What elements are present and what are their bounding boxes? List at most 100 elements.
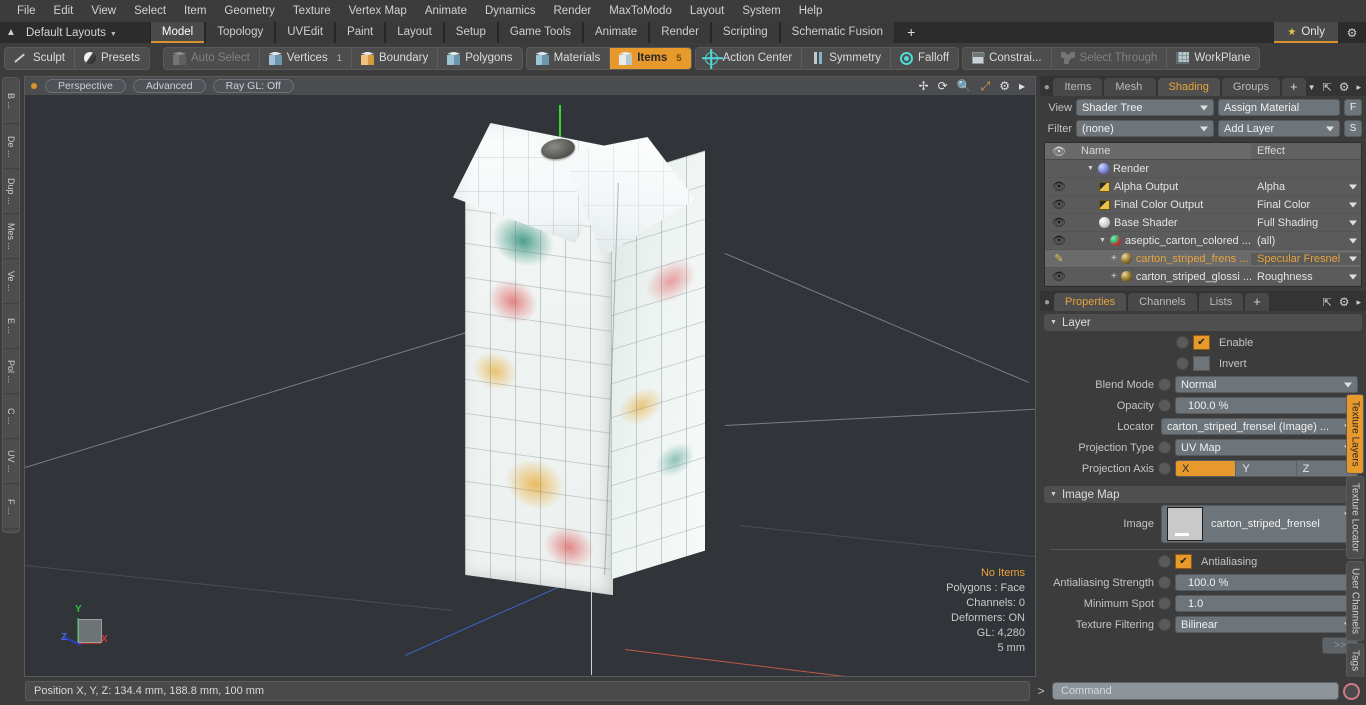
- tool-workplane[interactable]: WorkPlane: [1167, 48, 1259, 69]
- tool-materials[interactable]: Materials: [527, 47, 611, 69]
- triangle-down-icon[interactable]: ▼: [1087, 165, 1094, 172]
- eye-icon[interactable]: 👁: [1045, 234, 1073, 247]
- panel-tab-shading[interactable]: Shading: [1157, 78, 1220, 96]
- antialiasing-radio[interactable]: [1158, 555, 1171, 568]
- zoom-icon[interactable]: 🔍: [957, 80, 972, 92]
- layout-tab-animate[interactable]: Animate: [583, 22, 650, 43]
- antialiasing-checkbox[interactable]: ✔: [1175, 554, 1192, 569]
- chevron-down-icon[interactable]: ▼: [1308, 83, 1316, 92]
- menu-item-file[interactable]: File: [8, 1, 45, 21]
- menu-item-maxtomodo[interactable]: MaxToModo: [600, 1, 681, 21]
- shader-tree-row[interactable]: 👁 Base Shader Full Shading: [1045, 214, 1361, 232]
- add-layout-tab-button[interactable]: +: [895, 22, 927, 43]
- rotate-icon[interactable]: ⟳: [938, 80, 948, 92]
- chevron-down-icon[interactable]: [1349, 184, 1357, 189]
- panel-tab-mesh[interactable]: Mesh ...: [1104, 78, 1156, 111]
- menu-item-dynamics[interactable]: Dynamics: [476, 1, 544, 21]
- viewport-canvas[interactable]: Y X Z No Items Polygons : Face Channels: 0…: [25, 95, 1035, 676]
- left-rail-tab-6[interactable]: Pol ...: [3, 350, 19, 394]
- shader-tree-row[interactable]: ▼ Render: [1045, 160, 1361, 178]
- menu-item-animate[interactable]: Animate: [416, 1, 476, 21]
- chevron-down-icon[interactable]: [1349, 274, 1357, 279]
- left-rail-tab-9[interactable]: F ...: [3, 485, 19, 529]
- add-layer-shortcut-button[interactable]: S: [1344, 120, 1362, 137]
- fit-icon[interactable]: ⤢: [981, 80, 991, 92]
- menu-item-select[interactable]: Select: [125, 1, 175, 21]
- layout-tab-render[interactable]: Render: [649, 22, 711, 43]
- panel-menu-icon[interactable]: ●: [1040, 82, 1053, 96]
- assign-material-shortcut-button[interactable]: F: [1344, 99, 1362, 116]
- minimum-spot-field[interactable]: 1.0◂▸: [1175, 595, 1358, 612]
- assign-material-button[interactable]: Assign Material: [1218, 99, 1340, 116]
- expand-icon[interactable]: ⇱: [1322, 296, 1331, 309]
- minimum-spot-radio[interactable]: [1158, 597, 1171, 610]
- right-rail-tab-texture-locator[interactable]: Texture Locator: [1346, 475, 1364, 559]
- chevron-down-icon[interactable]: [1349, 202, 1357, 207]
- menu-item-texture[interactable]: Texture: [284, 1, 340, 21]
- record-icon[interactable]: [1343, 682, 1360, 700]
- layout-tab-game-tools[interactable]: Game Tools: [497, 22, 583, 43]
- menu-item-system[interactable]: System: [733, 1, 789, 21]
- locator-dropdown[interactable]: carton_striped_frensel (Image) ...: [1161, 418, 1358, 435]
- tool-falloff[interactable]: Falloff: [891, 48, 958, 69]
- layout-tab-scripting[interactable]: Scripting: [710, 22, 780, 43]
- projection-axis-y[interactable]: Y: [1236, 461, 1297, 476]
- chevron-down-icon[interactable]: [1349, 238, 1357, 243]
- panel-tab-groups[interactable]: Groups: [1221, 78, 1280, 96]
- aa-strength-radio[interactable]: [1158, 576, 1171, 589]
- opacity-radio[interactable]: [1158, 399, 1171, 412]
- gear-icon[interactable]: ⚙: [1338, 22, 1366, 43]
- projection-type-radio[interactable]: [1158, 441, 1171, 454]
- left-rail-tab-2[interactable]: Dup ...: [3, 170, 19, 214]
- tool-polygons[interactable]: Polygons: [438, 48, 521, 69]
- eye-icon[interactable]: 👁: [1045, 180, 1073, 193]
- tool-symmetry[interactable]: Symmetry: [802, 47, 891, 69]
- aa-strength-field[interactable]: 100.0 %◂▸: [1175, 574, 1358, 591]
- blend-mode-radio[interactable]: [1158, 378, 1171, 391]
- shader-tree-row[interactable]: ✎ + carton_striped_frens ... Specular Fresn…: [1045, 250, 1361, 268]
- viewport-3d[interactable]: Perspective Advanced Ray GL: Off ✢ ⟳ 🔍 ⤢…: [24, 76, 1036, 677]
- triangle-down-icon[interactable]: ▼: [1099, 237, 1106, 244]
- left-rail-tab-8[interactable]: UV ...: [3, 440, 19, 484]
- enable-radio[interactable]: [1176, 336, 1189, 349]
- layer-section-header[interactable]: ▼ Layer: [1044, 314, 1362, 331]
- menu-item-item[interactable]: Item: [175, 1, 215, 21]
- default-layouts-dropdown[interactable]: Default Layouts ▼: [22, 27, 125, 39]
- expand-icon[interactable]: ⇱: [1322, 81, 1331, 94]
- properties-tab-channels[interactable]: Channels: [1128, 293, 1197, 311]
- eye-icon[interactable]: 👁: [1045, 198, 1073, 211]
- invert-checkbox[interactable]: [1193, 356, 1210, 371]
- menu-item-view[interactable]: View: [82, 1, 125, 21]
- shader-tree-row[interactable]: 👁 Alpha Output Alpha: [1045, 178, 1361, 196]
- panel-menu-icon[interactable]: ●: [1040, 297, 1054, 311]
- image-dropdown[interactable]: carton_striped_frensel: [1161, 505, 1358, 543]
- projection-type-dropdown[interactable]: UV Map: [1175, 439, 1358, 456]
- left-rail-tab-4[interactable]: Ve ...: [3, 260, 19, 304]
- tool-items[interactable]: Items 5: [610, 47, 691, 69]
- tool-action-center[interactable]: Action Center: [696, 47, 803, 69]
- enable-checkbox[interactable]: ✔: [1193, 335, 1210, 350]
- left-rail-tab-1[interactable]: De ...: [3, 125, 19, 169]
- menu-item-render[interactable]: Render: [544, 1, 600, 21]
- layout-tab-layout[interactable]: Layout: [385, 22, 444, 43]
- filter-dropdown[interactable]: (none): [1076, 120, 1214, 137]
- menu-item-edit[interactable]: Edit: [45, 1, 83, 21]
- eye-icon[interactable]: 👁: [1045, 216, 1073, 229]
- chevron-down-icon[interactable]: [1349, 220, 1357, 225]
- layout-tab-uvedit[interactable]: UVEdit: [275, 22, 336, 43]
- command-input[interactable]: Command: [1052, 682, 1339, 700]
- view-dropdown[interactable]: Shader Tree: [1076, 99, 1214, 116]
- left-rail-tab-5[interactable]: E ...: [3, 305, 19, 349]
- right-rail-tab-tags[interactable]: Tags: [1346, 642, 1364, 678]
- menu-item-layout[interactable]: Layout: [681, 1, 734, 21]
- tool-constrai[interactable]: Constrai...: [963, 47, 1052, 69]
- shader-tree-row[interactable]: 👁 + carton_striped_glossi ... Roughness: [1045, 268, 1361, 286]
- tool-auto-select[interactable]: Auto Select: [164, 47, 260, 69]
- viewport-shading-menu[interactable]: Advanced: [132, 79, 206, 93]
- menu-item-vertex-map[interactable]: Vertex Map: [340, 1, 416, 21]
- add-panel-tab-button[interactable]: +: [1281, 78, 1306, 96]
- left-rail-tab-3[interactable]: Mes ...: [3, 215, 19, 259]
- plus-icon[interactable]: +: [1111, 271, 1117, 282]
- menu-item-geometry[interactable]: Geometry: [215, 1, 284, 21]
- plus-icon[interactable]: +: [1111, 253, 1117, 264]
